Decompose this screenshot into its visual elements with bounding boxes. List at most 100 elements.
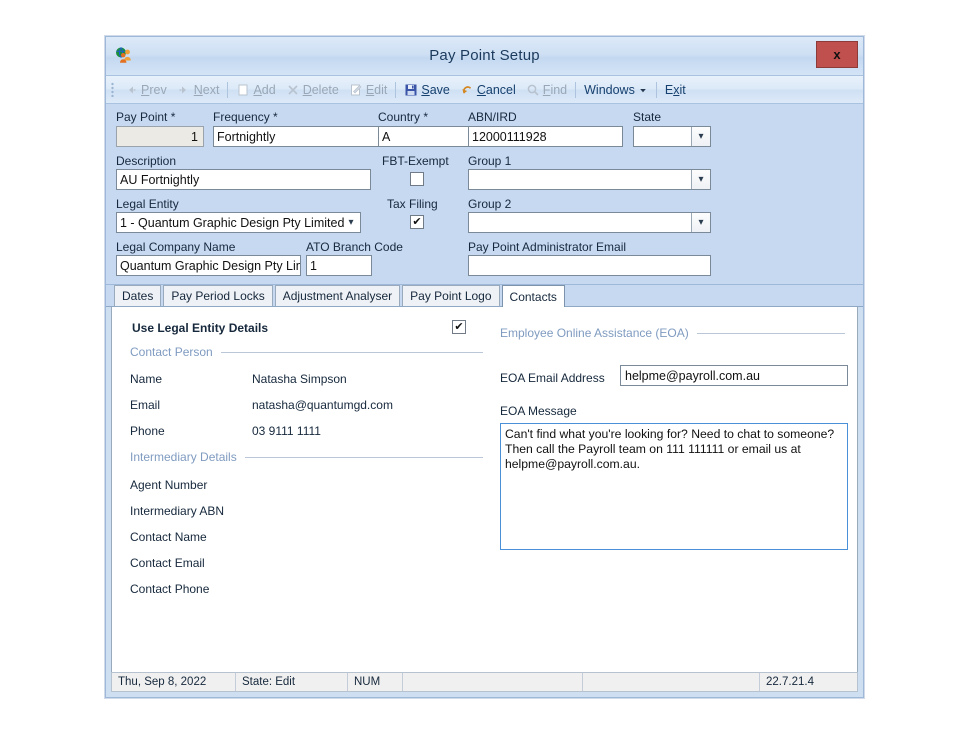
name-value: Natasha Simpson: [252, 372, 347, 386]
contact-name-label: Contact Name: [130, 530, 207, 544]
find-button[interactable]: Find: [521, 82, 572, 98]
cancel-button[interactable]: Cancel: [455, 82, 521, 98]
magnifier-icon: [526, 83, 540, 97]
eoa-email-label: EOA Email Address: [500, 371, 605, 385]
arrow-left-icon: [124, 83, 138, 97]
pay-point-input[interactable]: 1: [116, 126, 204, 147]
legal-entity-value: 1 - Quantum Graphic Design Pty Limited: [116, 212, 361, 233]
description-input[interactable]: AU Fortnightly: [116, 169, 371, 190]
exit-button[interactable]: Exit: [660, 82, 691, 98]
toolbar-separator-4: [656, 82, 657, 98]
status-blank-2: [583, 673, 760, 691]
group1-label: Group 1: [468, 154, 511, 168]
windows-menu-button[interactable]: Windows: [579, 82, 653, 98]
eoa-group-label: Employee Online Assistance (EOA): [500, 326, 689, 340]
screen: Pay Point Setup x Prev Next: [0, 0, 974, 742]
delete-button[interactable]: Delete: [281, 82, 344, 98]
chevron-down-icon: ▾: [342, 213, 360, 232]
contact-person-group-header: Contact Person: [130, 345, 483, 359]
tab-contacts[interactable]: Contacts: [502, 285, 565, 307]
status-state: State: Edit: [236, 673, 348, 691]
intermediary-group-header: Intermediary Details: [130, 450, 483, 464]
legal-company-name-input[interactable]: Quantum Graphic Design Pty Limi: [116, 255, 301, 276]
toolbar-separator-3: [575, 82, 576, 98]
title-bar: Pay Point Setup x: [106, 37, 863, 76]
tax-filing-checkbox[interactable]: ✔: [410, 215, 424, 229]
chevron-down-icon: ▾: [691, 170, 710, 189]
admin-email-input[interactable]: [468, 255, 711, 276]
toolbar: Prev Next Add Delete: [106, 76, 863, 104]
phone-value: 03 9111 1111: [252, 424, 321, 438]
email-value: natasha@quantumgd.com: [252, 398, 393, 412]
add-button[interactable]: Add: [231, 82, 280, 98]
status-num: NUM: [348, 673, 403, 691]
window-title: Pay Point Setup: [106, 47, 863, 64]
prev-label-rest: rev: [149, 83, 166, 97]
save-button[interactable]: Save: [399, 82, 455, 98]
arrow-right-icon: [177, 83, 191, 97]
fbt-exempt-checkbox[interactable]: [410, 172, 424, 186]
pay-point-setup-window: Pay Point Setup x Prev Next: [105, 36, 864, 698]
group1-value: [468, 169, 711, 190]
frequency-label: Frequency *: [213, 110, 278, 124]
eoa-email-input[interactable]: helpme@payroll.com.au: [620, 365, 848, 386]
pencil-page-icon: [349, 83, 363, 97]
use-legal-entity-label: Use Legal Entity Details: [132, 321, 268, 335]
chevron-down-icon: ▾: [691, 127, 710, 146]
group-divider-line: [697, 333, 845, 334]
group2-select[interactable]: ▾: [468, 212, 711, 233]
eoa-message-label: EOA Message: [500, 404, 577, 418]
status-version: 22.7.21.4: [760, 673, 857, 691]
next-button[interactable]: Next: [172, 82, 225, 98]
edit-button[interactable]: Edit: [344, 82, 393, 98]
contact-email-label: Contact Email: [130, 556, 205, 570]
tab-dates[interactable]: Dates: [114, 285, 161, 306]
eoa-group-header: Employee Online Assistance (EOA): [500, 326, 845, 340]
eoa-message-textarea[interactable]: Can't find what you're looking for? Need…: [500, 423, 848, 550]
cross-icon: [286, 83, 300, 97]
contacts-tab-panel: Use Legal Entity Details ✔ Contact Perso…: [111, 307, 858, 680]
group1-select[interactable]: ▾: [468, 169, 711, 190]
use-legal-entity-checkbox[interactable]: ✔: [452, 320, 466, 334]
contact-phone-label: Contact Phone: [130, 582, 209, 596]
fbt-exempt-label: FBT-Exempt: [382, 154, 449, 168]
legal-company-name-label: Legal Company Name: [116, 240, 235, 254]
header-form: Pay Point * 1 Frequency * Fortnightly ▾ …: [106, 104, 863, 285]
tax-filing-label: Tax Filing: [387, 197, 438, 211]
tab-pay-point-logo[interactable]: Pay Point Logo: [402, 285, 499, 306]
group2-label: Group 2: [468, 197, 511, 211]
tab-pay-period-locks[interactable]: Pay Period Locks: [163, 285, 272, 306]
admin-email-label: Pay Point Administrator Email: [468, 240, 626, 254]
status-bar: Thu, Sep 8, 2022 State: Edit NUM 22.7.21…: [111, 672, 858, 692]
new-page-icon: [236, 83, 250, 97]
intermediary-abn-label: Intermediary ABN: [130, 504, 224, 518]
country-label: Country *: [378, 110, 428, 124]
country-input[interactable]: A: [378, 126, 471, 147]
tab-adjustment-analyser[interactable]: Adjustment Analyser: [275, 285, 400, 306]
email-label: Email: [130, 398, 160, 412]
phone-label: Phone: [130, 424, 165, 438]
toolbar-grip[interactable]: [111, 82, 114, 97]
tab-strip: Dates Pay Period Locks Adjustment Analys…: [106, 285, 863, 307]
pay-point-label: Pay Point *: [116, 110, 175, 124]
abn-label: ABN/IRD: [468, 110, 517, 124]
toolbar-separator-2: [395, 82, 396, 98]
description-label: Description: [116, 154, 176, 168]
contact-person-group-label: Contact Person: [130, 345, 213, 359]
intermediary-group-label: Intermediary Details: [130, 450, 237, 464]
ato-branch-code-label: ATO Branch Code: [306, 240, 403, 254]
legal-entity-select[interactable]: 1 - Quantum Graphic Design Pty Limited ▾: [116, 212, 361, 233]
undo-arrow-icon: [460, 83, 474, 97]
toolbar-separator-1: [227, 82, 228, 98]
legal-entity-label: Legal Entity: [116, 197, 179, 211]
group-divider-line: [245, 457, 483, 458]
abn-input[interactable]: 12000111928: [468, 126, 623, 147]
group-divider-line: [221, 352, 483, 353]
state-select[interactable]: ▾: [633, 126, 711, 147]
ato-branch-code-input[interactable]: 1: [306, 255, 372, 276]
status-date: Thu, Sep 8, 2022: [112, 673, 236, 691]
prev-button[interactable]: Prev: [119, 82, 172, 98]
status-blank-1: [403, 673, 583, 691]
close-button[interactable]: x: [816, 41, 858, 68]
chevron-down-icon: ▾: [691, 213, 710, 232]
